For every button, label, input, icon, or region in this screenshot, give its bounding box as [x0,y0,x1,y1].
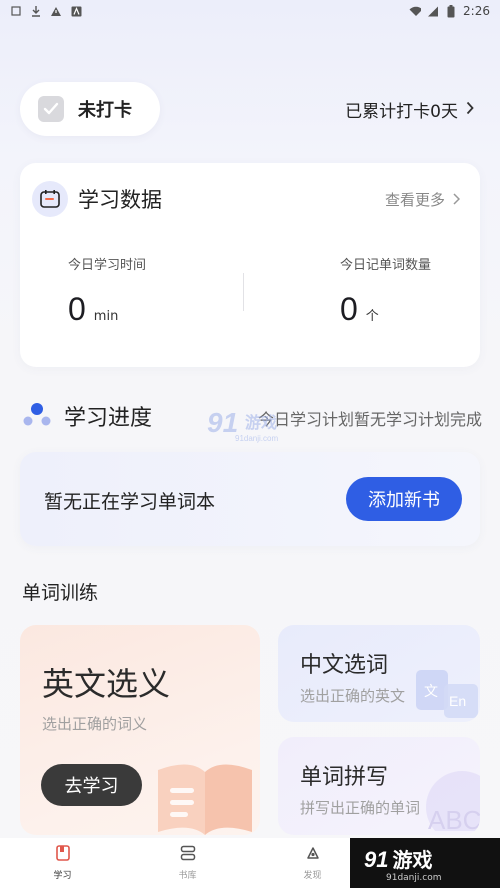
svg-text:En: En [449,693,466,709]
warning-icon [50,5,62,17]
total-checkin-link[interactable]: 已累计打卡0天 [345,97,474,122]
checkbox-icon [38,96,64,122]
chevron-right-icon [453,191,461,209]
chinese-choose-word-card[interactable]: 中文选词 选出正确的英文 文 En [278,625,480,722]
status-bar: 2:26 [0,0,500,22]
tab-label: 书库 [178,871,197,881]
battery-icon [445,4,457,17]
card-title: 中文选词 [300,653,389,678]
study-time-unit: min [93,309,119,324]
tab-study[interactable]: 学习 [0,838,125,888]
abc-icon: ABC [400,757,480,835]
words-count-value: 0 个 [340,291,379,328]
card-title: 英文选义 [42,665,171,703]
study-data-header: 学习数据 [32,181,162,217]
word-training-title: 单词训练 [22,582,99,604]
watermark-brand: 91 游戏 [364,844,500,873]
study-data-title: 学习数据 [78,188,162,212]
progress-icon [22,401,52,431]
english-choose-meaning-card[interactable]: 英文选义 选出正确的词义 去学习 [20,625,260,835]
app-a-icon [70,5,82,17]
svg-text:ABC: ABC [428,805,480,831]
status-icons-left [10,5,82,17]
card-subtitle: 选出正确的英文 [300,687,406,705]
chevron-right-icon [466,100,474,120]
see-more-label: 查看更多 [384,191,445,209]
words-count-unit: 个 [365,309,379,324]
svg-text:91: 91 [207,407,238,438]
watermark-logo-text: 游戏 [392,847,433,872]
total-checkin-text: 已累计打卡0天 [345,102,458,122]
tab-label: 学习 [53,871,72,881]
study-data-card: 学习数据 查看更多 今日学习时间 0 min 今日记单词数量 0 个 [20,163,480,367]
tab-library[interactable]: 书库 [125,838,250,888]
wifi-icon [409,5,422,17]
see-more-link[interactable]: 查看更多 [384,189,461,210]
book-icon [55,845,70,865]
watermark-logo: 91 游戏 91danji.com [205,404,297,444]
language-cards-icon: 文 En [414,662,480,722]
download-icon [30,5,42,17]
words-count-number: 0 [340,291,358,327]
study-time-number: 0 [68,291,86,327]
open-book-icon [150,740,260,835]
discover-icon [305,845,321,865]
checkin-label: 未打卡 [78,100,132,121]
tab-label: 发现 [303,871,322,881]
go-study-button[interactable]: 去学习 [41,764,142,806]
corner-watermark: 91 游戏 91danji.com [350,838,500,888]
empty-wordbook-card: 暂无正在学习单词本 添加新书 [20,452,480,546]
card-subtitle: 选出正确的词义 [42,715,148,733]
word-spelling-card[interactable]: 单词拼写 拼写出正确的单词 ABC [278,737,480,835]
add-new-book-button[interactable]: 添加新书 [346,477,462,521]
watermark-logo-number: 91 [364,846,389,872]
checkin-button[interactable]: 未打卡 [20,82,160,136]
empty-wordbook-text: 暂无正在学习单词本 [44,491,216,513]
card-title: 单词拼写 [300,765,389,790]
signal-icon [427,5,439,17]
study-time-label: 今日学习时间 [68,258,147,273]
words-count-label: 今日记单词数量 [340,258,432,273]
study-time-value: 0 min [68,291,118,328]
watermark-url: 91danji.com [386,872,442,883]
status-time: 2:26 [463,4,490,18]
library-icon [180,845,196,865]
svg-text:91danji.com: 91danji.com [235,434,278,443]
stats-divider [243,273,244,311]
status-icons-right: 2:26 [409,4,490,18]
svg-text:游戏: 游戏 [245,413,277,432]
calendar-icon [32,181,68,217]
svg-text:文: 文 [424,684,438,700]
study-progress-title: 学习进度 [64,406,153,431]
app-notification-icon [10,5,22,17]
